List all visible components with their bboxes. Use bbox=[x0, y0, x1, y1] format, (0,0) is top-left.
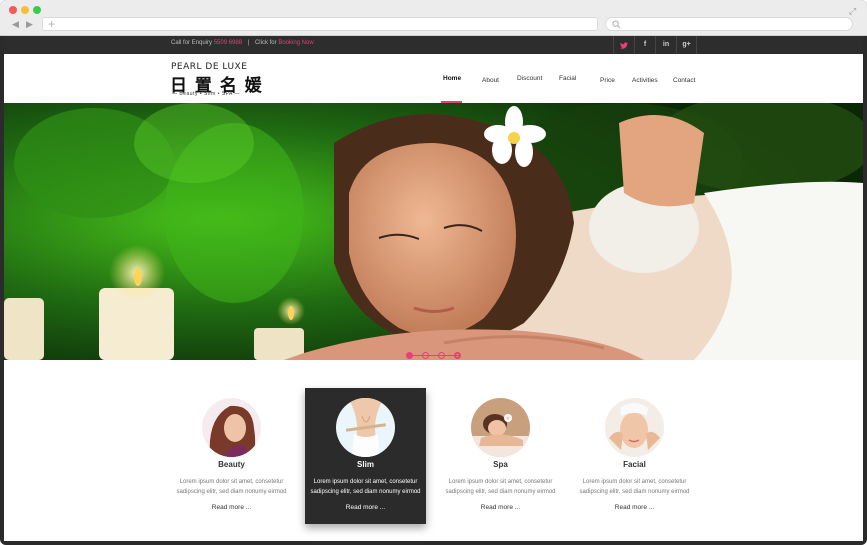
read-more-link[interactable]: Read more ... bbox=[305, 504, 426, 511]
service-description: Lorem ipsum dolor sit amet, consetetur s… bbox=[445, 479, 556, 495]
separator: | bbox=[247, 40, 250, 46]
contact-info: Call for Enquiry 5509 6988 | Click for B… bbox=[171, 40, 314, 46]
click-label: Click for bbox=[254, 40, 277, 46]
service-card-facial[interactable]: Facial Lorem ipsum dolor sit amet, conse… bbox=[574, 388, 695, 524]
service-card-slim[interactable]: Slim Lorem ipsum dolor sit amet, consete… bbox=[305, 388, 426, 524]
browser-chrome: ◀ ▶ + ⤢ bbox=[0, 0, 867, 36]
new-tab-plus-icon[interactable]: + bbox=[48, 17, 55, 31]
service-card-beauty[interactable]: Beauty Lorem ipsum dolor sit amet, conse… bbox=[171, 388, 292, 524]
slider-dot-4[interactable] bbox=[454, 352, 461, 359]
browser-window: ◀ ▶ + ⤢ Call for Enquiry 5509 6988 | Cli… bbox=[0, 0, 867, 545]
linkedin-icon[interactable]: in bbox=[655, 36, 676, 54]
menu-price[interactable]: Price bbox=[600, 77, 615, 84]
logo-subtitle: — Beauty • Slim • SPA — bbox=[172, 91, 240, 97]
service-title: Slim bbox=[357, 460, 374, 469]
hero-spa-image bbox=[4, 103, 863, 360]
forward-arrow-icon[interactable]: ▶ bbox=[26, 19, 33, 29]
address-bar[interactable]: + bbox=[42, 17, 598, 31]
read-more-link[interactable]: Read more ... bbox=[574, 504, 695, 511]
minimize-window-button[interactable] bbox=[21, 6, 29, 14]
call-label: Call for Enquiry bbox=[171, 40, 213, 46]
fullscreen-icon[interactable]: ⤢ bbox=[849, 6, 856, 17]
close-window-button[interactable] bbox=[9, 6, 17, 14]
maximize-window-button[interactable] bbox=[33, 6, 41, 14]
service-title: Facial bbox=[623, 460, 646, 469]
service-description: Lorem ipsum dolor sit amet, consetetur s… bbox=[579, 479, 690, 495]
browser-search-input[interactable] bbox=[605, 17, 853, 31]
facebook-icon[interactable]: f bbox=[634, 36, 655, 54]
google-plus-icon[interactable]: g+ bbox=[676, 36, 697, 54]
top-info-bar: Call for Enquiry 5509 6988 | Click for B… bbox=[4, 36, 863, 54]
phone-number[interactable]: 5509 6988 bbox=[214, 40, 242, 46]
back-arrow-icon[interactable]: ◀ bbox=[12, 19, 19, 29]
slider-dot-2[interactable] bbox=[422, 352, 429, 359]
menu-about[interactable]: About bbox=[482, 77, 499, 84]
menu-facial[interactable]: Facial bbox=[559, 75, 576, 82]
read-more-link[interactable]: Read more ... bbox=[171, 504, 292, 511]
web-page: Call for Enquiry 5509 6988 | Click for B… bbox=[4, 36, 863, 541]
read-more-link[interactable]: Read more ... bbox=[440, 504, 561, 511]
hero-slider[interactable] bbox=[4, 103, 863, 360]
menu-home[interactable]: Home bbox=[443, 75, 461, 82]
service-title: Beauty bbox=[218, 460, 245, 469]
site-header: PEARL DE LUXE 日 置 名 媛 — Beauty • Slim • … bbox=[4, 54, 863, 103]
menu-discount[interactable]: Discount bbox=[517, 75, 542, 82]
search-icon bbox=[612, 20, 621, 29]
menu-activities[interactable]: Activities bbox=[632, 77, 658, 84]
service-description: Lorem ipsum dolor sit amet, consetetur s… bbox=[176, 479, 287, 495]
slider-dot-3[interactable] bbox=[438, 352, 445, 359]
twitter-icon[interactable] bbox=[613, 36, 634, 54]
service-card-spa[interactable]: Spa Lorem ipsum dolor sit amet, consetet… bbox=[440, 388, 561, 524]
slider-track bbox=[413, 355, 459, 356]
slim-image bbox=[336, 398, 395, 457]
service-title: Spa bbox=[493, 460, 508, 469]
booking-link[interactable]: Booking Now bbox=[278, 40, 313, 46]
beauty-image bbox=[202, 398, 261, 457]
slider-dot-1[interactable] bbox=[406, 352, 413, 359]
spa-image bbox=[471, 398, 530, 457]
facial-image bbox=[605, 398, 664, 457]
menu-contact[interactable]: Contact bbox=[673, 77, 695, 84]
service-description: Lorem ipsum dolor sit amet, consetetur s… bbox=[310, 479, 421, 495]
